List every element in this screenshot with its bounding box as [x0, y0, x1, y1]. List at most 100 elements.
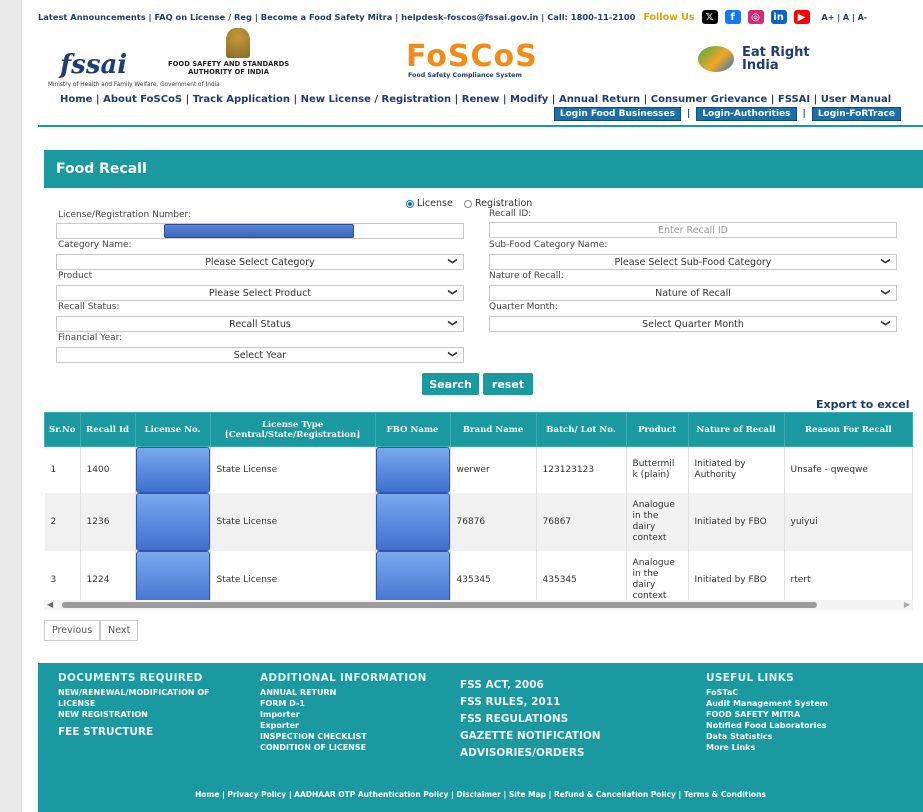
- column-header[interactable]: Product: [625, 412, 689, 447]
- facebook-icon[interactable]: f: [724, 10, 741, 24]
- category-label: Category Name:: [58, 240, 132, 250]
- radio-license-label: License: [417, 198, 453, 209]
- table-row[interactable]: 2 1236 State License 76876 76867 Analogue in …: [44, 493, 914, 551]
- recall-id-input[interactable]: Enter Recall ID: [489, 222, 897, 238]
- instagram-icon[interactable]: ◎: [747, 10, 764, 24]
- footer-link[interactable]: NEW REGISTRATION: [58, 709, 248, 720]
- fssai-logo[interactable]: fssai: [60, 50, 127, 80]
- nav-separator: |: [290, 94, 301, 105]
- font-size-controls[interactable]: A+ | A | A-: [822, 13, 868, 22]
- footer-link[interactable]: GAZETTE NOTIFICATION: [460, 728, 650, 745]
- footer-link[interactable]: FoSTaC: [706, 687, 906, 698]
- scrollbar-thumb[interactable]: [62, 602, 817, 608]
- page: Latest Announcements | FAQ on License / …: [38, 0, 923, 812]
- search-button[interactable]: Search: [422, 373, 479, 395]
- table-cell-product: Analogue in the dairy context: [626, 493, 689, 551]
- fee-structure-link[interactable]: FEE STRUCTURE: [58, 724, 248, 741]
- login-authorities-button[interactable]: Login-Authorities: [696, 107, 797, 121]
- nav-item-consumer-grievance[interactable]: Consumer Grievance: [651, 94, 767, 105]
- footer-link[interactable]: FSS REGULATIONS: [460, 711, 650, 728]
- footer-link[interactable]: CONDITION OF LICENSE: [260, 742, 450, 753]
- footer-link[interactable]: NEW/RENEWAL/MODIFICATION OF LICENSE: [58, 687, 248, 709]
- eat-right-india-logo[interactable]: Eat Right India: [742, 46, 810, 72]
- scroll-left-icon[interactable]: ◀: [47, 600, 53, 609]
- scroll-right-icon[interactable]: ▶: [904, 600, 910, 609]
- column-header[interactable]: License Type [Central/State/Registration…: [209, 412, 376, 447]
- eat-right-line2: India: [742, 58, 779, 73]
- reset-button[interactable]: reset: [483, 373, 533, 395]
- footer-link[interactable]: ANNUAL RETURN: [260, 687, 450, 698]
- footer-heading: USEFUL LINKS: [706, 672, 794, 684]
- footer-link[interactable]: ADVISORIES/ORDERS: [460, 745, 650, 762]
- nature-select[interactable]: Nature of Recall: [489, 285, 897, 301]
- table-cell-sr: 1: [44, 446, 81, 493]
- youtube-icon[interactable]: ▶: [793, 10, 810, 24]
- redacted-block: [135, 447, 210, 493]
- previous-button[interactable]: Previous: [44, 620, 101, 641]
- nav-item-new-license-registration[interactable]: New License / Registration: [301, 94, 452, 105]
- column-header[interactable]: Brand Name: [449, 412, 537, 447]
- column-header[interactable]: License No.: [134, 412, 211, 447]
- linkedin-icon[interactable]: in: [770, 10, 787, 24]
- nav-item-annual-return[interactable]: Annual Return: [559, 94, 640, 105]
- export-to-excel-link[interactable]: Export to excel: [816, 398, 910, 411]
- subcategory-select[interactable]: Please Select Sub-Food Category: [489, 254, 897, 270]
- footer-link[interactable]: FOOD SAFETY MITRA: [706, 709, 906, 720]
- nav-item-renew[interactable]: Renew: [462, 94, 500, 105]
- footer-link[interactable]: FSS ACT, 2006: [460, 677, 650, 694]
- column-header[interactable]: FBO Name: [374, 412, 451, 447]
- footer-link[interactable]: INSPECTION CHECKLIST: [260, 731, 450, 742]
- table-cell-license-type: State License: [210, 493, 376, 551]
- table-row[interactable]: 1 1400 State License werwer 123123123 Butterm…: [44, 446, 914, 493]
- quarter-select[interactable]: Select Quarter Month: [489, 316, 897, 332]
- top-links[interactable]: Latest Announcements | FAQ on License / …: [38, 12, 635, 22]
- footer-link[interactable]: FORM D-1: [260, 698, 450, 709]
- footer-bottom-links[interactable]: Home | Privacy Policy | AADHAAR OTP Auth…: [38, 790, 923, 799]
- footer-link[interactable]: Data Statistics: [706, 731, 906, 742]
- table-cell-nature: Initiated by Authority: [688, 446, 785, 493]
- footer-link[interactable]: Notified Food Laboratories: [706, 720, 906, 731]
- column-header[interactable]: Batch/ Lot No.: [535, 412, 627, 447]
- nav-separator: |: [767, 94, 778, 105]
- product-label: Product: [58, 271, 93, 281]
- footer-link[interactable]: Audit Management System: [706, 698, 906, 709]
- header-divider: [38, 125, 923, 127]
- nav-separator: |: [499, 94, 511, 105]
- x-twitter-icon[interactable]: 𝕏: [701, 10, 718, 24]
- radio-registration[interactable]: Registration: [464, 198, 532, 209]
- column-header[interactable]: Sr.No: [44, 412, 81, 447]
- table-cell-recall-id: 1400: [80, 446, 136, 493]
- foscos-logo[interactable]: FoSCoS: [406, 42, 538, 72]
- footer-col-documents: DOCUMENTS REQUIRED NEW/RENEWAL/MODIFICAT…: [58, 673, 248, 741]
- product-select[interactable]: Please Select Product: [56, 285, 464, 301]
- footer-link[interactable]: FSS RULES, 2011: [460, 694, 650, 711]
- nav-item-about-foscos[interactable]: About FoSCoS: [103, 94, 182, 105]
- next-button[interactable]: Next: [100, 620, 139, 641]
- redacted-cell: [135, 493, 211, 551]
- redacted-block: [375, 493, 450, 551]
- nav-separator: |: [92, 94, 104, 105]
- nav-item-track-application[interactable]: Track Application: [193, 94, 290, 105]
- nav-item-fssai[interactable]: FSSAI: [778, 94, 810, 105]
- nav-item-home[interactable]: Home: [60, 94, 92, 105]
- redacted-cell: [375, 446, 451, 493]
- footer-link[interactable]: Importer: [260, 709, 450, 720]
- redacted-block: [375, 447, 450, 493]
- column-header[interactable]: Recall Id: [79, 412, 136, 447]
- category-select[interactable]: Please Select Category: [56, 254, 464, 270]
- login-fortrace-button[interactable]: Login-FoRTrace: [811, 107, 901, 121]
- table-header: Sr.No Recall Id License No. License Type [C…: [44, 412, 914, 447]
- status-select[interactable]: Recall Status: [56, 316, 464, 332]
- footer-link[interactable]: Exporter: [260, 720, 450, 731]
- year-select[interactable]: Select Year: [56, 347, 464, 363]
- nav-item-modify[interactable]: Modify: [510, 94, 548, 105]
- column-header[interactable]: Reason For Recall: [783, 412, 914, 447]
- login-food-businesses-button[interactable]: Login Food Businesses: [553, 107, 681, 121]
- radio-license[interactable]: License: [406, 198, 453, 209]
- horizontal-scrollbar[interactable]: ◀ ▶: [44, 600, 913, 610]
- nav-item-user-manual[interactable]: User Manual: [821, 94, 891, 105]
- radio-unchecked-icon: [464, 199, 472, 208]
- recall-search-form: License Registration License/Registratio…: [38, 190, 923, 400]
- footer-link[interactable]: More Links: [706, 742, 906, 753]
- column-header[interactable]: Nature of Recall: [687, 412, 785, 447]
